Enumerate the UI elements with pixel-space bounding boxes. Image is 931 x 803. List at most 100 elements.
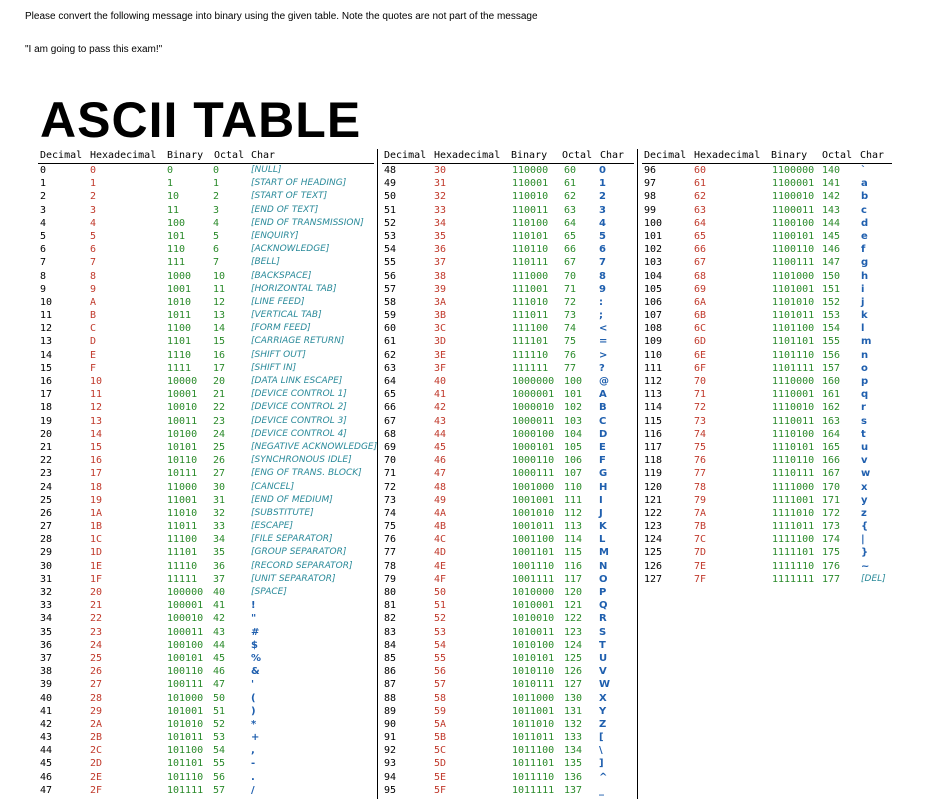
decimal-cell: 39 <box>40 679 53 691</box>
char-cell: P <box>599 587 607 598</box>
octal-cell: 61 <box>564 178 577 190</box>
hex-cell: 21 <box>90 600 103 612</box>
binary-cell: 1010100 <box>512 639 555 651</box>
char-cell: [HORIZONTAL TAB] <box>251 283 337 294</box>
binary-cell: 1101100 <box>772 323 815 335</box>
octal-cell: 147 <box>822 257 841 269</box>
decimal-cell: 97 <box>644 178 657 190</box>
char-cell: 4 <box>599 217 606 229</box>
char-cell: = <box>599 336 608 348</box>
char-cell: o <box>861 362 868 374</box>
char-cell: k <box>861 310 868 322</box>
header-octal: Octal <box>214 150 245 161</box>
hex-cell: F <box>90 362 97 374</box>
octal-cell: 124 <box>564 639 583 651</box>
octal-cell: 55 <box>213 758 226 770</box>
char-cell: F <box>599 455 606 467</box>
table-row: 41 29 101001 51) <box>38 705 374 718</box>
hex-cell: 2B <box>90 732 103 744</box>
hex-cell: 55 <box>434 652 447 664</box>
table-row: 109 6D 1101101 155 m <box>642 335 892 348</box>
octal-cell: 156 <box>822 349 841 361</box>
decimal-cell: 93 <box>384 758 397 770</box>
hex-cell: 3C <box>434 323 447 335</box>
octal-cell: 66 <box>564 244 577 256</box>
hex-cell: 17 <box>90 468 103 480</box>
table-row: 68 44 1000100 104 D <box>382 428 634 441</box>
octal-cell: 60 <box>564 165 577 176</box>
char-cell: v <box>861 455 868 467</box>
octal-cell: 166 <box>822 455 841 467</box>
char-cell: E <box>599 441 606 453</box>
octal-cell: 133 <box>564 732 583 744</box>
hex-cell: 51 <box>434 600 447 612</box>
hex-cell: 22 <box>90 613 103 625</box>
binary-cell: 1111100 <box>772 534 815 546</box>
char-cell: [BELL] <box>251 257 280 268</box>
decimal-cell: 38 <box>40 666 53 678</box>
table-row: 52 34 110100 64 4 <box>382 217 634 230</box>
octal-cell: 167 <box>822 468 841 480</box>
hex-cell: 20 <box>90 587 103 598</box>
char-cell: [ESCAPE] <box>251 521 293 532</box>
binary-cell: 1111 <box>167 362 192 374</box>
decimal-cell: 46 <box>40 771 53 783</box>
table-row: 70 46 1000110 106 F <box>382 454 634 467</box>
decimal-cell: 78 <box>384 560 397 572</box>
decimal-cell: 48 <box>384 165 397 176</box>
table-row: 36 24 100100 44 $ <box>38 639 374 652</box>
hex-cell: 6F <box>694 362 707 374</box>
table-row: 20 14 10100 24 [DEVICE CONTROL 4] <box>38 428 374 441</box>
char-cell: [FILE SEPARATOR] <box>251 534 333 545</box>
binary-cell: 1011000 <box>512 692 555 704</box>
hex-cell: 26 <box>90 666 103 678</box>
decimal-cell: 110 <box>644 349 663 361</box>
decimal-cell: 123 <box>644 521 663 533</box>
decimal-cell: 14 <box>40 349 53 361</box>
hex-cell: 11 <box>90 389 103 401</box>
table-row: 4 4 100 4 [END OF TRANSMISSION] <box>38 217 374 230</box>
octal-cell: 170 <box>822 481 841 493</box>
table-row: 35 23 100011 43 # <box>38 626 374 639</box>
hex-cell: 24 <box>90 639 103 651</box>
octal-cell: 100 <box>564 376 583 387</box>
char-cell: [SUBSTITUTE] <box>251 507 314 518</box>
header-decimal: Decimal <box>644 150 687 161</box>
octal-cell: 14 <box>213 323 226 335</box>
binary-cell: 110101 <box>512 230 549 242</box>
char-cell: W <box>599 679 611 691</box>
table-row: 18 12 10010 22 [DEVICE CONTROL 2] <box>38 401 374 414</box>
table-row: 90 5A 1011010 132 Z <box>382 718 634 731</box>
decimal-cell: 57 <box>384 283 397 295</box>
decimal-cell: 16 <box>40 376 53 387</box>
octal-cell: 71 <box>564 283 577 295</box>
hex-cell: 62 <box>694 191 707 203</box>
octal-cell: 164 <box>822 428 841 440</box>
octal-cell: 175 <box>822 547 841 559</box>
char-cell: ] <box>599 758 604 770</box>
hex-cell: 13 <box>90 415 103 427</box>
binary-cell: 101100 <box>167 745 204 757</box>
decimal-cell: 6 <box>40 244 47 256</box>
header-octal: Octal <box>562 150 593 161</box>
char-cell: _ <box>599 784 604 796</box>
octal-cell: 143 <box>822 204 841 216</box>
hex-cell: 60 <box>694 165 707 176</box>
binary-cell: 101000 <box>167 692 204 704</box>
decimal-cell: 120 <box>644 481 663 493</box>
char-cell: c <box>861 204 867 216</box>
hex-cell: 6A <box>694 296 707 308</box>
hex-cell: 12 <box>90 402 103 414</box>
binary-cell: 1110011 <box>772 415 815 427</box>
hex-cell: 7 <box>90 257 97 269</box>
hex-cell: 2C <box>90 745 103 757</box>
decimal-cell: 94 <box>384 771 397 783</box>
binary-cell: 101 <box>167 230 186 242</box>
binary-cell: 1100 <box>167 323 192 335</box>
table-row: 127 7F 1111111 177 [DEL] <box>642 573 892 586</box>
hex-cell: 6 <box>90 244 97 256</box>
octal-cell: 64 <box>564 217 577 229</box>
binary-cell: 111011 <box>512 310 549 322</box>
decimal-cell: 21 <box>40 441 53 453</box>
binary-cell: 10000 <box>167 376 198 387</box>
